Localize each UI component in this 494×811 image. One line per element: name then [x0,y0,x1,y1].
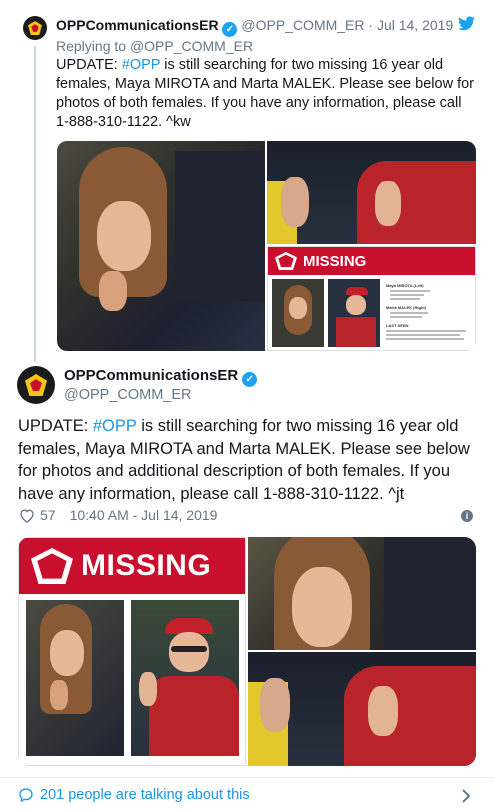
main-missing-poster[interactable]: MISSING [18,537,246,766]
main-text-part-1: UPDATE: [18,417,93,435]
comment-icon [18,787,34,803]
reply-poster-photo-2 [328,279,380,347]
reply-photo-girl-2[interactable] [267,141,476,244]
reply-hashtag-link[interactable]: #OPP [122,57,160,73]
main-poster-photo-2 [131,600,239,756]
main-tweet-text: UPDATE: #OPP is still searching for two … [18,415,478,505]
reply-poster-info-line-3: LAST SEEN [386,323,409,328]
verified-badge-icon: ✓ [222,22,238,37]
reply-header: OPPCommunicationsER ✓ @OPP_COMM_ER · Jul… [56,17,453,37]
reply-photo-1-face [97,201,151,271]
reply-poster-info-line-2: Marta MALEK (Right) [386,305,426,310]
chevron-right-icon[interactable] [461,788,471,804]
main-display-name[interactable]: OPPCommunicationsER [64,367,238,384]
reply-poster-info: Maya MIROTA (Left) Marta MALEK (Right) L… [386,283,472,342]
reply-thread-line [34,46,36,362]
like-count[interactable]: 57 [40,507,56,523]
reply-poster-photo-1 [272,279,324,347]
info-icon[interactable]: i [461,510,473,522]
reply-date[interactable]: Jul 14, 2019 [377,17,453,33]
main-poster-missing-word: MISSING [81,549,212,582]
verified-badge-icon: ✓ [242,372,258,387]
main-handle[interactable]: @OPP_COMM_ER [64,387,192,403]
reply-display-name[interactable]: OPPCommunicationsER [56,17,219,33]
main-poster-banner: MISSING [19,538,245,594]
replying-prefix: Replying to [56,38,127,54]
heart-icon[interactable] [19,508,35,523]
reply-missing-poster[interactable]: MISSING Maya MIROTA (Left) Marta MALEK (… [267,246,476,351]
reply-poster-missing-word: MISSING [303,252,367,270]
reply-poster-banner: MISSING [268,247,475,275]
main-media-grid[interactable]: MISSING [18,537,476,766]
talking-text[interactable]: 201 people are talking about this [40,787,250,803]
footer-divider [0,777,494,778]
reply-photo-girl-1[interactable] [57,141,265,351]
main-avatar[interactable] [17,366,55,404]
main-photo-girl-2[interactable] [248,652,476,766]
reply-photo-2-hand [375,181,401,226]
reply-text-part-1: UPDATE: [56,57,122,73]
reply-photo-2-hand-left [281,177,309,227]
reply-tweet-text: UPDATE: #OPP is still searching for two … [56,56,474,132]
talking-link[interactable]: 201 people are talking about this [18,787,250,803]
reply-handle[interactable]: @OPP_COMM_ER [241,17,364,33]
replying-to-line: Replying to @OPP_COMM_ER [56,38,253,54]
twitter-bird-icon[interactable] [458,16,475,31]
replying-handle[interactable]: @OPP_COMM_ER [130,38,253,54]
main-photo-girl-1[interactable] [248,537,476,650]
opp-badge-icon [275,252,297,270]
main-hashtag-link[interactable]: #OPP [93,417,137,435]
main-poster-photo-1 [26,600,124,756]
main-timestamp[interactable]: 10:40 AM - Jul 14, 2019 [70,507,218,523]
reply-photo-1-hand [99,271,127,311]
reply-avatar[interactable] [23,16,47,40]
reply-photo-1-backpack [175,151,265,301]
main-display-name-row: OPPCommunicationsER ✓ [64,367,258,387]
reply-media-grid[interactable]: MISSING Maya MIROTA (Left) Marta MALEK (… [57,141,476,351]
reply-separator: · [368,17,374,33]
opp-badge-icon [31,548,73,584]
reply-poster-info-line-1: Maya MIROTA (Left) [386,283,424,288]
main-meta-row: 57 10:40 AM - Jul 14, 2019 [19,507,217,523]
